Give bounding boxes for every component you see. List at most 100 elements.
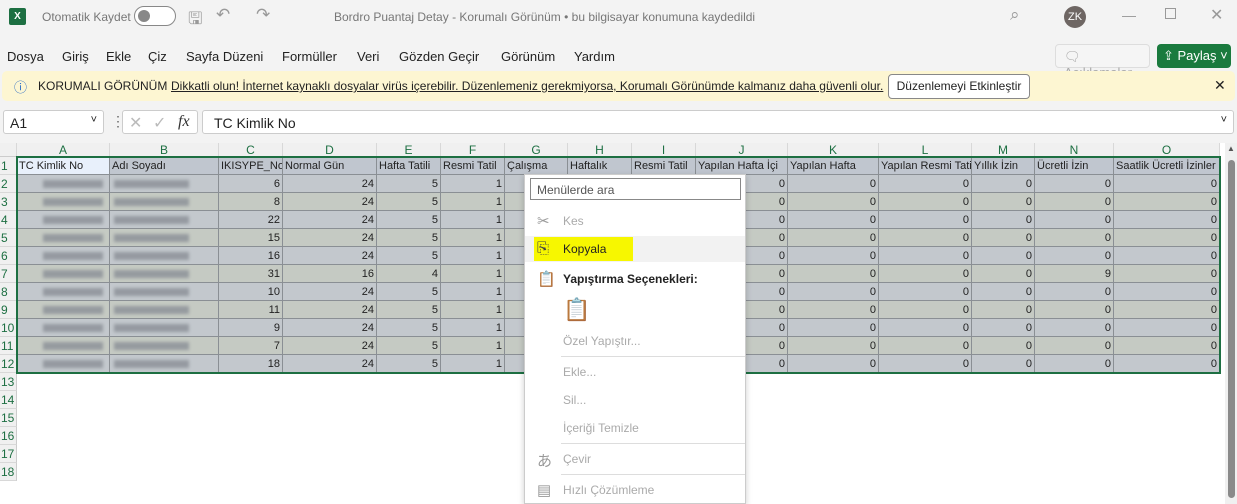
table-cell[interactable]: 5 <box>377 283 441 301</box>
header-cell[interactable]: Adı Soyadı <box>110 157 219 175</box>
table-cell[interactable]: 0 <box>1035 283 1114 301</box>
table-cell[interactable]: 24 <box>283 247 377 265</box>
table-cell[interactable]: 24 <box>283 355 377 373</box>
table-cell[interactable]: 0 <box>788 301 879 319</box>
table-cell[interactable]: 1 <box>441 247 505 265</box>
table-cell[interactable]: 1 <box>441 265 505 283</box>
row-header[interactable]: 5 <box>0 229 17 247</box>
table-cell[interactable]: 16 <box>283 265 377 283</box>
table-cell[interactable]: 0 <box>1114 337 1220 355</box>
formula-bar[interactable]: TC Kimlik No ˅ <box>202 110 1234 134</box>
close-icon[interactable]: ✕ <box>1210 5 1223 25</box>
column-header-A[interactable]: A <box>17 143 110 157</box>
enter-icon[interactable]: ✓ <box>153 113 166 133</box>
table-cell[interactable] <box>110 337 219 355</box>
tab-dosya[interactable]: Dosya <box>7 49 44 64</box>
table-cell[interactable]: 0 <box>879 319 972 337</box>
table-cell[interactable] <box>110 355 219 373</box>
table-cell[interactable] <box>110 175 219 193</box>
column-header-G[interactable]: G <box>505 143 568 157</box>
table-cell[interactable]: 0 <box>879 265 972 283</box>
table-cell[interactable] <box>110 301 219 319</box>
column-header-D[interactable]: D <box>283 143 377 157</box>
scrollbar-thumb[interactable] <box>1228 160 1235 498</box>
menu-item-ekle[interactable]: Ekle... <box>525 359 745 385</box>
table-cell[interactable]: 5 <box>377 301 441 319</box>
row-header[interactable]: 14 <box>0 391 17 409</box>
table-cell[interactable]: 18 <box>219 355 283 373</box>
table-cell[interactable]: 0 <box>788 265 879 283</box>
table-cell[interactable]: 0 <box>879 301 972 319</box>
table-cell[interactable]: 24 <box>283 211 377 229</box>
tab-veri[interactable]: Veri <box>357 49 379 64</box>
table-cell[interactable]: 0 <box>1035 355 1114 373</box>
table-cell[interactable]: 8 <box>219 193 283 211</box>
table-cell[interactable]: 1 <box>441 337 505 355</box>
column-header-O[interactable]: O <box>1114 143 1220 157</box>
table-cell[interactable]: 5 <box>377 193 441 211</box>
table-cell[interactable]: 0 <box>879 175 972 193</box>
table-cell[interactable] <box>110 211 219 229</box>
table-cell[interactable]: 0 <box>972 193 1035 211</box>
header-cell[interactable]: Resmi Tatil <box>441 157 505 175</box>
table-cell[interactable]: 1 <box>441 193 505 211</box>
table-cell[interactable] <box>17 319 110 337</box>
table-cell[interactable]: 22 <box>219 211 283 229</box>
column-header-M[interactable]: M <box>972 143 1035 157</box>
header-cell[interactable]: Yapılan Hafta İçi <box>696 157 788 175</box>
table-cell[interactable] <box>17 337 110 355</box>
table-cell[interactable]: 0 <box>879 283 972 301</box>
table-cell[interactable] <box>110 193 219 211</box>
menu-item-sil[interactable]: Sil... <box>525 387 745 413</box>
table-cell[interactable]: 0 <box>1114 265 1220 283</box>
table-cell[interactable]: 0 <box>972 211 1035 229</box>
menu-item-kes[interactable]: ✂ Kes <box>525 208 745 234</box>
table-cell[interactable]: 0 <box>879 355 972 373</box>
tab-gozden-gecir[interactable]: Gözden Geçir <box>399 49 479 64</box>
table-cell[interactable]: 0 <box>788 229 879 247</box>
table-cell[interactable]: 0 <box>1035 319 1114 337</box>
table-cell[interactable]: 0 <box>1035 301 1114 319</box>
table-cell[interactable]: 0 <box>1114 229 1220 247</box>
autosave-toggle[interactable] <box>134 6 176 26</box>
table-cell[interactable]: 5 <box>377 175 441 193</box>
row-header[interactable]: 18 <box>0 463 17 481</box>
row-header[interactable]: 10 <box>0 319 17 337</box>
menu-search-input[interactable]: Menülerde ara <box>530 178 741 200</box>
table-cell[interactable]: 0 <box>879 247 972 265</box>
table-cell[interactable]: 5 <box>377 319 441 337</box>
table-cell[interactable]: 15 <box>219 229 283 247</box>
column-header-C[interactable]: C <box>219 143 283 157</box>
table-cell[interactable]: 1 <box>441 283 505 301</box>
function-icon[interactable]: fx <box>178 113 190 131</box>
menu-item-çevir[interactable]: あ Çevir <box>525 446 745 472</box>
table-cell[interactable]: 0 <box>788 355 879 373</box>
table-cell[interactable]: 0 <box>879 229 972 247</box>
table-cell[interactable] <box>17 265 110 283</box>
table-cell[interactable]: 0 <box>879 337 972 355</box>
column-header-E[interactable]: E <box>377 143 441 157</box>
table-cell[interactable]: 0 <box>972 301 1035 319</box>
avatar[interactable]: ZK <box>1064 6 1086 28</box>
cancel-icon[interactable]: ✕ <box>129 113 142 133</box>
redo-icon[interactable]: ↷ <box>256 5 270 25</box>
header-cell[interactable]: Hafta Tatili <box>377 157 441 175</box>
column-header-I[interactable]: I <box>632 143 696 157</box>
column-header-B[interactable]: B <box>110 143 219 157</box>
table-cell[interactable] <box>110 265 219 283</box>
header-cell[interactable]: Yapılan Hafta <box>788 157 879 175</box>
table-cell[interactable]: 1 <box>441 175 505 193</box>
table-cell[interactable]: 24 <box>283 319 377 337</box>
row-header[interactable]: 17 <box>0 445 17 463</box>
table-cell[interactable]: 0 <box>1035 229 1114 247</box>
table-cell[interactable]: 7 <box>219 337 283 355</box>
paste-option-icon[interactable]: 📋 <box>563 297 590 323</box>
row-header[interactable]: 1 <box>0 157 17 175</box>
table-cell[interactable]: 4 <box>377 265 441 283</box>
table-cell[interactable] <box>17 301 110 319</box>
expand-icon[interactable]: ˅ <box>1221 114 1227 126</box>
table-cell[interactable]: 0 <box>1035 247 1114 265</box>
header-cell[interactable]: IKISYPE_No <box>219 157 283 175</box>
table-cell[interactable] <box>17 175 110 193</box>
table-cell[interactable]: 0 <box>1114 355 1220 373</box>
